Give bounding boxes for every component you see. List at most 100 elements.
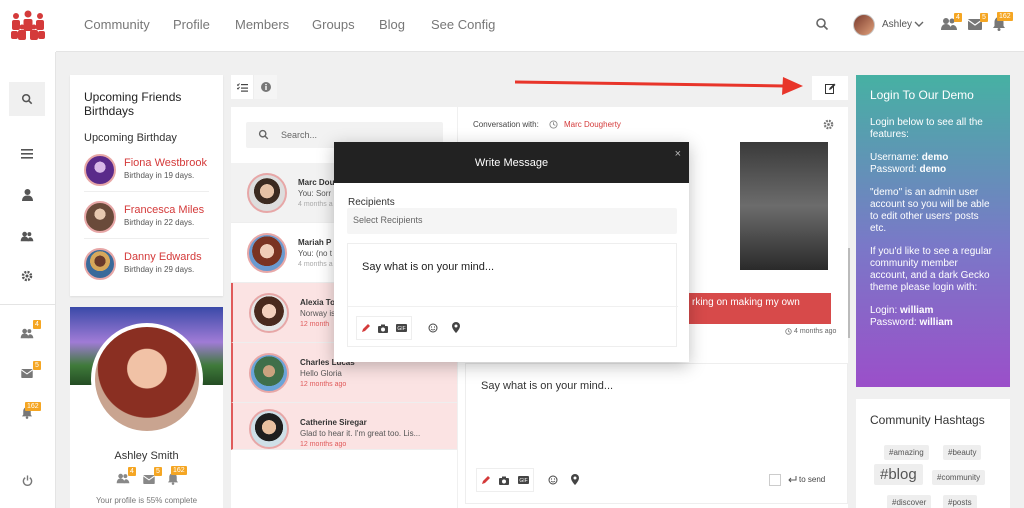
close-icon[interactable]: × — [675, 148, 681, 160]
conversation-time: 12 months ago — [300, 441, 347, 448]
messages-icon — [21, 368, 33, 378]
enter-to-send-checkbox[interactable] — [769, 474, 781, 486]
messages-icon[interactable] — [143, 475, 155, 484]
emoji-icon[interactable] — [548, 475, 558, 485]
pencil-icon[interactable] — [361, 323, 371, 333]
user-icon — [21, 189, 33, 201]
gif-icon[interactable]: GIF — [396, 324, 408, 332]
messages-badge: 5 — [980, 13, 988, 22]
recipients-input[interactable]: Select Recipients — [347, 208, 677, 234]
message-bubble: rking on making my own — [688, 293, 831, 324]
profile-completion: Your profile is 55% complete — [95, 496, 198, 505]
conversation-name: Alexia To — [300, 298, 335, 307]
search-icon[interactable] — [815, 17, 829, 31]
rail-settings-button[interactable] — [9, 259, 45, 293]
enter-key-icon — [788, 476, 797, 483]
modal-header: Write Message — [334, 142, 689, 183]
nav-members[interactable]: Members — [235, 17, 289, 32]
password-value: demo — [919, 164, 947, 175]
birthday-name[interactable]: Danny Edwards — [124, 251, 202, 263]
chevron-down-icon[interactable] — [914, 20, 924, 28]
birthday-name[interactable]: Francesca Miles — [124, 204, 204, 216]
birthday-item[interactable]: Fiona Westbrook Birthday in 19 days. — [84, 148, 209, 192]
conversation-item-unread[interactable]: Catherine Siregar Glad to hear it. I'm g… — [231, 403, 457, 450]
menu-icon — [21, 149, 33, 159]
attach-toolbar: GIF — [356, 316, 412, 340]
video-attachment[interactable] — [740, 142, 828, 270]
community-logo-icon — [11, 10, 45, 40]
nav-community[interactable]: Community — [84, 17, 150, 32]
rail-messages-badge: 5 — [33, 361, 41, 370]
nav-profile[interactable]: Profile — [173, 17, 210, 32]
rail-notifications-badge: 162 — [25, 402, 41, 411]
avatar — [249, 409, 289, 449]
hashtag-link[interactable]: #community — [932, 470, 986, 485]
hashtag-link[interactable]: #blog — [874, 464, 923, 485]
friends-icon — [20, 328, 34, 338]
pencil-icon[interactable] — [481, 475, 491, 485]
conversation-preview: You: (no t — [298, 249, 332, 258]
gif-icon[interactable]: GIF — [517, 476, 529, 484]
scrollbar[interactable] — [848, 248, 850, 338]
list-view-button[interactable] — [231, 75, 254, 99]
login-value: william — [900, 305, 934, 316]
clock-icon — [785, 328, 792, 335]
rail-members-button[interactable] — [9, 219, 45, 253]
emoji-icon[interactable] — [428, 323, 438, 333]
conversation-time: 4 months a — [298, 261, 333, 268]
messages-toolbar — [231, 75, 277, 99]
user-avatar[interactable] — [853, 14, 875, 36]
rail-menu-button[interactable] — [9, 137, 45, 171]
avatar — [247, 173, 287, 213]
avatar[interactable] — [84, 201, 116, 233]
conversation-name: Marc Dou — [298, 178, 335, 187]
nav-blog[interactable]: Blog — [379, 17, 405, 32]
profile-avatar[interactable] — [91, 323, 203, 435]
modal-message-input[interactable]: Say what is on your mind... — [362, 261, 494, 273]
conversation-name: Catherine Siregar — [300, 418, 367, 427]
login-title: Login To Our Demo — [870, 88, 974, 102]
nav-groups[interactable]: Groups — [312, 17, 355, 32]
reply-input[interactable]: Say what is on your mind... — [481, 380, 613, 392]
svg-text:GIF: GIF — [519, 478, 527, 484]
hashtag-link[interactable]: #beauty — [943, 445, 982, 460]
avatar — [249, 293, 289, 333]
login-label: Login: — [870, 305, 898, 316]
birthday-name[interactable]: Fiona Westbrook — [124, 157, 207, 169]
rail-logout-button[interactable] — [9, 463, 45, 497]
users-icon — [20, 231, 34, 241]
site-logo[interactable] — [0, 0, 56, 52]
new-message-button[interactable] — [812, 76, 848, 100]
hashtag-link[interactable]: #amazing — [884, 445, 929, 460]
birthday-item[interactable]: Francesca Miles Birthday in 22 days. — [84, 195, 209, 239]
conversation-partner[interactable]: Marc Dougherty — [564, 120, 621, 129]
avatar — [247, 233, 287, 273]
gear-icon[interactable] — [823, 119, 834, 130]
hashtag-link[interactable]: #posts — [943, 495, 977, 508]
reply-composer: Say what is on your mind... GIF to send — [465, 363, 848, 504]
nav-see-config[interactable]: See Config — [431, 17, 495, 32]
avatar[interactable] — [84, 248, 116, 280]
conversation-time: 12 month — [300, 321, 330, 328]
avatar — [249, 353, 289, 393]
hashtag-link[interactable]: #discover — [887, 495, 932, 508]
admin-note: "demo" is an admin user account so you w… — [870, 187, 990, 234]
camera-icon[interactable] — [499, 476, 510, 485]
rail-search-button[interactable] — [9, 82, 45, 116]
avatar[interactable] — [84, 154, 116, 186]
birthday-date: Birthday in 29 days. — [124, 265, 195, 274]
profile-name[interactable]: Ashley Smith — [70, 450, 223, 462]
password2-value: william — [919, 317, 953, 328]
info-icon — [260, 82, 271, 92]
location-icon[interactable] — [452, 322, 460, 333]
rail-profile-button[interactable] — [9, 178, 45, 212]
birthday-item[interactable]: Danny Edwards Birthday in 29 days. — [84, 242, 209, 286]
camera-icon[interactable] — [378, 324, 389, 333]
demo-login-card: Login To Our Demo Login below to see all… — [856, 75, 1010, 387]
location-icon[interactable] — [571, 474, 579, 485]
info-button[interactable] — [254, 75, 277, 99]
send-hint: to send — [799, 475, 826, 484]
conversation-preview: Hello Gloria — [300, 369, 342, 378]
search-input[interactable]: Search... — [281, 130, 317, 140]
user-name[interactable]: Ashley — [882, 19, 912, 30]
